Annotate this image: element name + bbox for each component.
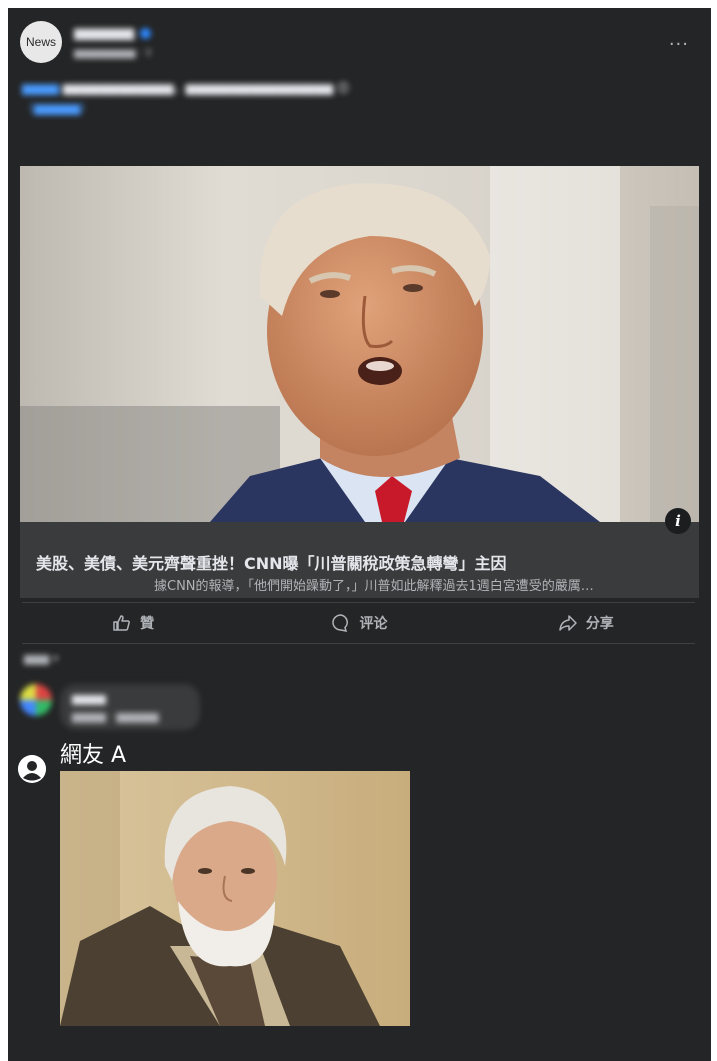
post-body: ▆▆▆▆▆▆▆▆▆▆▆▆，▆▆▆▆▆▆▆▆▆▆▆▆▆▆▆▆ 😊 bbox=[62, 81, 350, 95]
info-icon[interactable]: i bbox=[665, 508, 691, 534]
post-text: ▆▆▆▆ ▆▆▆▆▆▆▆▆▆▆▆▆，▆▆▆▆▆▆▆▆▆▆▆▆▆▆▆▆ 😊 （▆▆… bbox=[22, 78, 662, 118]
like-label: 贊 bbox=[140, 616, 155, 632]
link-description: 據CNN的報導，「他們開始躁動了，」川普如此解釋過去1週白宮遭受的嚴厲… bbox=[154, 579, 594, 594]
link-title[interactable]: 美股、美債、美元齊聲重挫！CNN曝「川普關稅政策急轉彎」主因 bbox=[36, 550, 507, 574]
comment-sort-dropdown[interactable]: ▆▆▆ ▾ bbox=[24, 652, 58, 665]
post-timestamp[interactable]: ▆▆▆▆▆▆▆▆ · ⚲ bbox=[74, 48, 152, 59]
old-man-illustration bbox=[60, 771, 410, 1026]
comment-bubble: ▆▆▆▆ ▆▆▆▆ · ▆▆▆▆▆ bbox=[60, 684, 200, 730]
page-avatar[interactable]: News bbox=[20, 21, 62, 63]
post-actions: 贊 评论 分享 bbox=[20, 606, 699, 640]
share-label: 分享 bbox=[585, 616, 614, 632]
comment-text: ▆▆▆▆ · ▆▆▆▆▆ bbox=[72, 710, 159, 723]
netizen-name: 網友 A bbox=[60, 743, 127, 768]
share-icon bbox=[559, 615, 577, 631]
post-hashtag[interactable]: ▆▆▆▆ bbox=[22, 81, 59, 95]
link-preview-image[interactable] bbox=[20, 166, 699, 522]
page-name[interactable]: ▆▆▆▆▆▆ bbox=[74, 26, 151, 41]
divider bbox=[22, 643, 695, 644]
like-button[interactable]: 贊 bbox=[20, 606, 246, 640]
see-more-link[interactable]: （▆▆▆▆▆） bbox=[22, 101, 92, 115]
page-name-text[interactable]: ▆▆▆▆▆▆ bbox=[74, 26, 134, 41]
commenter-avatar[interactable] bbox=[20, 684, 52, 716]
more-options-icon[interactable]: ··· bbox=[669, 34, 689, 55]
reply-image[interactable] bbox=[60, 771, 410, 1026]
comment-label: 评论 bbox=[359, 616, 388, 632]
post-card: News ▆▆▆▆▆▆ ▆▆▆▆▆▆▆▆ · ⚲ ··· ▆▆▆▆ ▆▆▆▆▆▆… bbox=[8, 8, 711, 1061]
like-icon bbox=[113, 615, 131, 631]
share-button[interactable]: 分享 bbox=[473, 606, 699, 640]
verified-badge-icon bbox=[140, 28, 151, 39]
divider bbox=[22, 602, 695, 603]
commenter-name[interactable]: ▆▆▆▆ bbox=[72, 692, 106, 705]
link-preview-meta[interactable]: i 美股、美債、美元齊聲重挫！CNN曝「川普關稅政策急轉彎」主因 據CNN的報導… bbox=[20, 508, 699, 598]
comment-icon bbox=[332, 614, 349, 632]
person-icon bbox=[18, 755, 46, 783]
comment-button[interactable]: 评论 bbox=[246, 606, 472, 640]
portrait-illustration bbox=[20, 166, 699, 522]
